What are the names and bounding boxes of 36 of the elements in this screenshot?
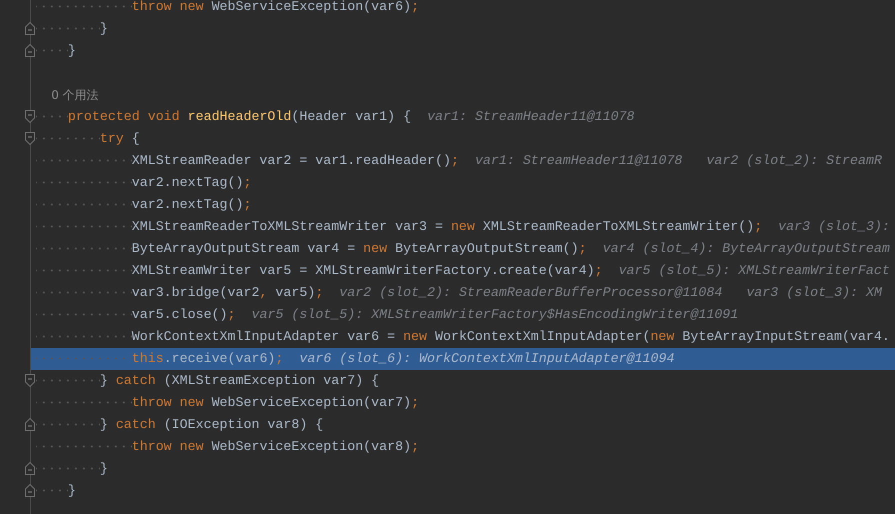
debug-value-hint: var4 (slot_4): ByteArrayOutputStream (602, 240, 890, 258)
code-text: var3.bridge(var2, var5); (36, 282, 324, 304)
usage-hint: 0 个用法 (50, 87, 99, 104)
code-text: throw new WebServiceException(var7); (36, 392, 420, 414)
code-text: XMLStreamWriter var5 = XMLStreamWriterFactory.create(var4); (36, 260, 603, 282)
code-text: this.receive(var6); (36, 348, 284, 370)
debug-value-hint: var1: StreamHeader11@11078 (427, 108, 635, 126)
code-text: var2.nextTag(); (36, 194, 252, 216)
fold-icon[interactable] (25, 22, 35, 35)
debug-value-hint: var3 (slot_3): (778, 218, 890, 236)
fold-icon[interactable] (25, 418, 35, 431)
debug-value-hint: var2 (slot_2): StreamReaderBufferProcessor@11084 (339, 284, 722, 302)
fold-icon[interactable] (25, 484, 35, 497)
code-text: protected void readHeaderOld(Header var1) { (36, 106, 412, 128)
code-text: WorkContextXmlInputAdapter var6 = new WorkContextXmlInputAdapter(new ByteArrayInputStream(var4. (36, 326, 890, 348)
code-text: throw new WebServiceException(var8); (36, 436, 420, 458)
debug-value-hint: var1: StreamHeader11@11078 (474, 152, 682, 170)
debug-value-hint: var2 (slot_2): StreamR (706, 152, 882, 170)
fold-icon[interactable] (25, 44, 35, 57)
debug-value-hint: var3 (slot_3): XM (746, 284, 882, 302)
code-text: ByteArrayOutputStream var4 = new ByteArrayOutputStream(); (36, 238, 587, 260)
debug-value-hint: var5 (slot_5): XMLStreamWriterFact (618, 262, 890, 280)
code-text: } catch (XMLStreamException var7) { (36, 370, 380, 392)
code-text: XMLStreamReaderToXMLStreamWriter var3 = new XMLStreamReaderToXMLStreamWriter(); (36, 216, 762, 238)
debug-value-hint: var6 (slot_6): WorkContextXmlInputAdapter@11094 (299, 350, 674, 368)
code-text: XMLStreamReader var2 = var1.readHeader(); (36, 150, 459, 172)
code-text: try { (36, 128, 140, 150)
code-text: var5.close(); (36, 304, 236, 326)
debug-value-hint: var5 (slot_5): XMLStreamWriterFactory$HasEncodingWriter@11091 (252, 306, 738, 324)
code-text: throw new WebServiceException(var6); (36, 0, 420, 18)
fold-icon[interactable] (25, 462, 35, 475)
code-text: } catch (IOException var8) { (36, 414, 324, 436)
fold-icon[interactable] (25, 132, 35, 145)
fold-icon[interactable] (25, 110, 35, 123)
code-text: var2.nextTag(); (36, 172, 252, 194)
fold-icon[interactable] (25, 374, 35, 387)
